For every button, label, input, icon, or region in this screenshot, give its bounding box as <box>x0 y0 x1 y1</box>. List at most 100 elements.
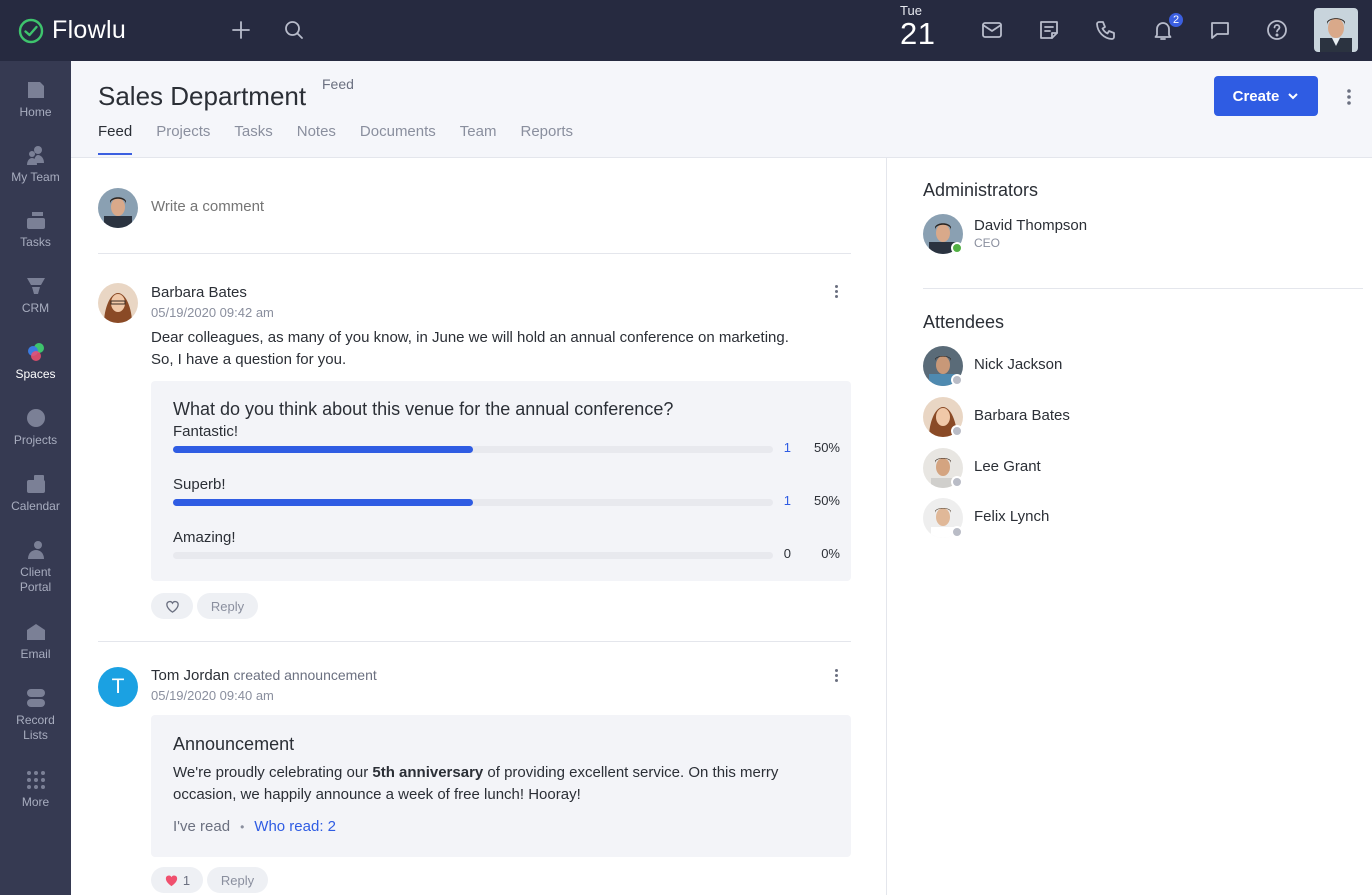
tab-reports[interactable]: Reports <box>520 123 573 155</box>
sidebar-item-label: Calendar <box>11 499 60 513</box>
sidebar-item-more[interactable]: More <box>0 768 71 810</box>
date-display[interactable]: Tue 21 <box>900 4 935 50</box>
author-avatar[interactable] <box>98 283 138 323</box>
add-button[interactable] <box>228 17 254 43</box>
avatar-image <box>98 188 138 228</box>
poll-option-count[interactable]: 1 <box>777 493 791 508</box>
app-logo[interactable]: Flowlu <box>18 16 126 45</box>
post-more-menu-button[interactable] <box>829 283 843 303</box>
post-more-menu-button[interactable] <box>829 667 843 687</box>
tab-tasks[interactable]: Tasks <box>234 123 272 155</box>
poll-option[interactable]: Fantastic! 1 50% <box>173 423 840 455</box>
search-button[interactable] <box>281 17 307 43</box>
attendee-item[interactable]: Nick Jackson <box>923 346 1323 386</box>
poll-option-percent: 50% <box>813 493 840 508</box>
author-avatar[interactable]: T <box>98 667 138 707</box>
avatar-image <box>98 283 138 323</box>
who-read-link[interactable]: Who read: 2 <box>254 818 336 835</box>
spaces-icon <box>27 343 44 361</box>
member-name: Felix Lynch <box>974 508 1050 525</box>
heart-outline-icon <box>165 600 179 613</box>
sidebar-item-home[interactable]: Home <box>0 78 71 120</box>
members-panel: Administrators David Thompson CEO Attend… <box>886 158 1372 895</box>
online-status-indicator <box>951 242 963 254</box>
announcement-title: Announcement <box>173 734 295 754</box>
tab-notes[interactable]: Notes <box>297 123 336 155</box>
poll-option-count[interactable]: 0 <box>777 546 791 561</box>
attendee-item[interactable]: Barbara Bates <box>923 397 1323 437</box>
comment-input[interactable] <box>151 198 751 215</box>
announcement-text-part: We're proudly celebrating our <box>173 764 373 781</box>
poll-option-label: Fantastic! <box>173 423 239 440</box>
team-icon <box>26 146 44 165</box>
post-author-line: Tom Jordan created announcement <box>151 667 377 684</box>
sidebar-item-label: Projects <box>13 433 58 447</box>
poll-option-label: Superb! <box>173 476 226 493</box>
mail-button[interactable] <box>979 17 1005 43</box>
feed-column: Barbara Bates 05/19/2020 09:42 am Dear c… <box>71 158 886 895</box>
heart-filled-icon <box>165 875 178 886</box>
member-role: CEO <box>974 236 1001 250</box>
poll-option-percent: 0% <box>821 546 840 561</box>
sidebar-item-crm[interactable]: CRM <box>0 274 71 316</box>
app-name: Flowlu <box>52 16 127 44</box>
tab-documents[interactable]: Documents <box>360 123 436 155</box>
reply-button[interactable]: Reply <box>197 593 258 619</box>
tasks-icon <box>26 212 45 229</box>
phone-button[interactable] <box>1093 17 1119 43</box>
sidebar-item-calendar[interactable]: Calendar <box>0 472 71 514</box>
administrator-item[interactable]: David Thompson CEO <box>923 214 1323 254</box>
tab-bar: Feed Projects Tasks Notes Documents Team… <box>98 123 573 155</box>
tab-projects[interactable]: Projects <box>156 123 210 155</box>
attendees-heading: Attendees <box>923 312 1005 332</box>
member-name: Barbara Bates <box>974 407 1070 424</box>
attendee-item[interactable]: Lee Grant <box>923 448 1323 488</box>
sidebar-item-record-lists[interactable]: Record Lists <box>0 686 71 743</box>
reply-button[interactable]: Reply <box>207 867 268 893</box>
user-avatar[interactable] <box>1314 8 1358 52</box>
sidebar-item-tasks[interactable]: Tasks <box>0 208 71 250</box>
offline-status-indicator <box>951 374 963 386</box>
post-author[interactable]: Tom Jordan <box>151 667 229 684</box>
poll-option-percent: 50% <box>813 440 840 455</box>
notes-button[interactable] <box>1036 17 1062 43</box>
announcement-text-bold: 5th anniversary <box>372 764 484 781</box>
user-avatar-image <box>1314 8 1358 52</box>
mail-icon <box>982 22 1002 38</box>
create-button[interactable]: Create <box>1214 76 1318 116</box>
tab-team[interactable]: Team <box>460 123 497 155</box>
sidebar-item-label: Email <box>20 647 51 661</box>
sidebar-item-label: More <box>21 795 50 809</box>
separator-dot: • <box>240 819 245 834</box>
offline-status-indicator <box>951 425 963 437</box>
like-button[interactable] <box>151 593 193 619</box>
poll-option[interactable]: Amazing! 0 0% <box>173 529 840 561</box>
sidebar-item-spaces[interactable]: Spaces <box>0 340 71 382</box>
help-button[interactable] <box>1264 17 1290 43</box>
record-lists-icon <box>26 689 45 707</box>
chevron-down-icon <box>1288 93 1299 100</box>
poll-option-fill <box>173 499 473 506</box>
phone-icon <box>1096 21 1115 40</box>
date-day: 21 <box>900 16 936 51</box>
poll-option-label: Amazing! <box>173 529 236 546</box>
sidebar-item-projects[interactable]: Projects <box>0 406 71 448</box>
header-more-menu-button[interactable] <box>1339 87 1359 107</box>
announcement-footer: I've read • Who read: 2 <box>173 818 336 835</box>
attendee-item[interactable]: Felix Lynch <box>923 498 1323 538</box>
ive-read-button[interactable]: I've read <box>173 818 230 835</box>
poll-option[interactable]: Superb! 1 50% <box>173 476 840 508</box>
client-portal-icon <box>27 541 44 559</box>
like-button[interactable]: 1 <box>151 867 203 893</box>
poll-option-count[interactable]: 1 <box>777 440 791 455</box>
sidebar-item-my-team[interactable]: My Team <box>0 143 71 185</box>
grid-dots-icon <box>26 771 45 789</box>
chat-button[interactable] <box>1207 17 1233 43</box>
kebab-menu-icon <box>1347 89 1351 105</box>
tab-feed[interactable]: Feed <box>98 123 133 155</box>
poll-option-fill <box>173 446 473 453</box>
sidebar-item-email[interactable]: Email <box>0 620 71 662</box>
sidebar-item-client-portal[interactable]: Client Portal <box>0 538 71 595</box>
post-author[interactable]: Barbara Bates <box>151 284 247 301</box>
post-date: 05/19/2020 09:40 am <box>151 688 274 703</box>
